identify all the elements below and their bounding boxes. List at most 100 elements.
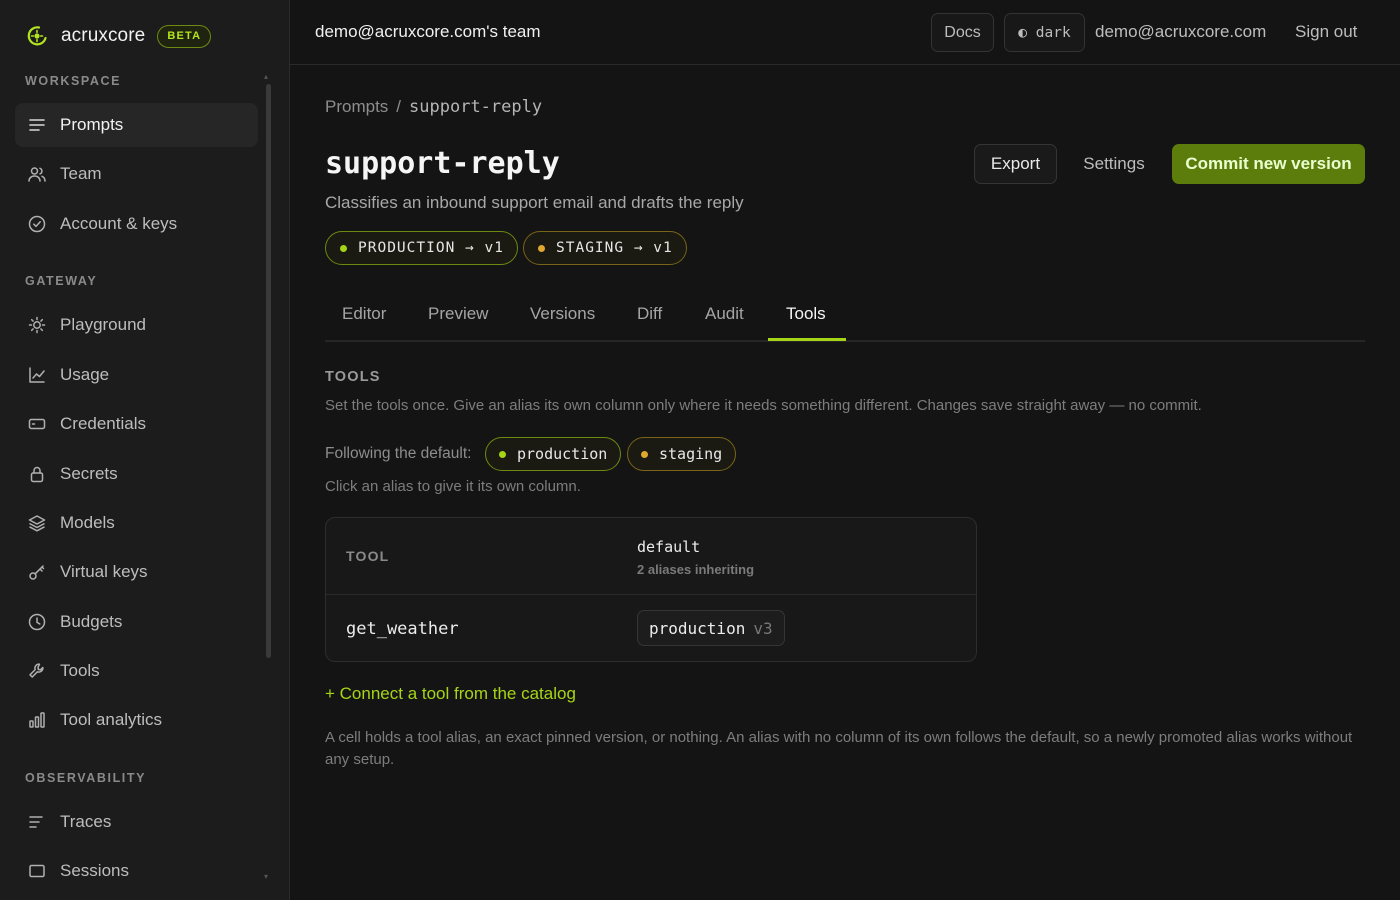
sidebar-item-tool-analytics[interactable]: Tool analytics [15,698,258,742]
sidebar-item-label: Prompts [60,115,124,134]
env-pill-label: PRODUCTION → v1 [358,240,504,256]
user-email[interactable]: demo@acruxcore.com [1095,22,1266,42]
env-pill-label: STAGING → v1 [556,240,673,256]
sidebar-item-label: Account & keys [60,214,178,233]
beta-badge: BETA [157,24,212,48]
status-dot-icon [641,450,648,458]
sidebar-item-virtual-keys[interactable]: Virtual keys [15,550,258,594]
export-button[interactable]: Export [974,144,1057,184]
section-workspace: WORKSPACE [25,74,122,88]
sun-icon [27,315,47,335]
sidebar-item-label: Playground [60,315,147,334]
brand[interactable]: acruxcore BETA [25,22,212,50]
sidebar-item-label: Tools [60,661,100,680]
sidebar-item-credentials[interactable]: Credentials [15,402,258,446]
sidebar-item-traces[interactable]: Traces [15,800,258,844]
sidebar-item-budgets[interactable]: Budgets [15,600,258,644]
breadcrumb-separator: / [396,97,402,116]
commit-new-version-button[interactable]: Commit new version [1172,144,1365,184]
sidebar-item-sessions[interactable]: Sessions [15,849,258,893]
lines-icon [27,115,47,135]
topbar: demo@acruxcore.com's team Docs ◐ dark de… [290,0,1400,65]
alias-staging-pill[interactable]: staging [627,437,737,471]
tools-description: Set the tools once. Give an alias its ow… [325,397,1202,414]
sidebar-item-label: Budgets [60,612,123,631]
sidebar-item-label: Usage [60,365,110,384]
status-dot-icon [340,244,347,252]
sidebar-item-account-keys[interactable]: Account & keys [15,202,258,246]
sidebar-item-usage[interactable]: Usage [15,353,258,397]
key-icon [27,562,47,582]
breadcrumb-current: support-reply [409,97,543,117]
lock-icon [27,464,47,484]
alias-label: staging [659,445,723,463]
tool-version-cell[interactable]: production v3 [637,610,785,646]
tab-editor[interactable]: Editor [342,304,386,324]
table-header: TOOL default 2 aliases inheriting [326,518,976,595]
settings-button[interactable]: Settings [1072,144,1156,184]
sidebar-item-label: Team [60,164,102,183]
column-header-default: default [637,538,701,556]
tools-footnote: A cell holds a tool alias, an exact pinn… [325,729,1353,768]
cell-version: v3 [753,618,773,638]
sidebar-item-secrets[interactable]: Secrets [15,452,258,496]
theme-toggle-button[interactable]: ◐ dark [1004,13,1085,52]
sidebar-scrollbar[interactable] [266,84,271,658]
status-dot-icon [499,450,506,458]
clock-icon [27,612,47,632]
wrench-icon [27,661,47,681]
brand-name: acruxcore [61,25,146,46]
users-icon [27,164,47,184]
breadcrumb: Prompts / support-reply [325,97,542,117]
sidebar-item-label: Credentials [60,414,146,433]
window-icon [27,861,47,881]
section-gateway: GATEWAY [25,274,98,288]
staging-env-pill[interactable]: STAGING → v1 [523,231,687,265]
tab-versions[interactable]: Versions [530,304,595,324]
sidebar-item-label: Models [60,513,115,532]
sidebar-item-label: Tool analytics [60,710,163,729]
production-env-pill[interactable]: PRODUCTION → v1 [325,231,518,265]
sidebar-item-label: Secrets [60,464,118,483]
team-name[interactable]: demo@acruxcore.com's team [315,22,541,42]
tab-audit[interactable]: Audit [705,304,744,324]
line-chart-icon [27,365,47,385]
sidebar-item-label: Sessions [60,861,129,880]
tools-heading: TOOLS [325,369,381,385]
tools-table: TOOL default 2 aliases inheriting get_we… [325,517,977,662]
click-alias-hint: Click an alias to give it its own column… [325,478,581,495]
sidebar-item-prompts[interactable]: Prompts [15,103,258,147]
sidebar-item-playground[interactable]: Playground [15,303,258,347]
status-dot-icon [538,244,545,252]
page-subtitle: Classifies an inbound support email and … [325,193,744,212]
sidebar-item-models[interactable]: Models [15,501,258,545]
sidebar-item-label: Virtual keys [60,562,148,581]
card-icon [27,414,47,434]
sidebar: acruxcore BETA WORKSPACE Prompts Team Ac… [0,0,290,900]
connect-tool-link[interactable]: + Connect a tool from the catalog [325,684,576,704]
bar-chart-icon [27,710,47,730]
active-tab-indicator [768,338,846,341]
acruxcore-logo-icon [25,24,49,48]
sidebar-item-tools[interactable]: Tools [15,649,258,693]
check-circle-icon [27,214,47,234]
sign-out-link[interactable]: Sign out [1295,22,1357,42]
sidebar-item-team[interactable]: Team [15,152,258,196]
sidebar-item-label: Traces [60,812,112,831]
tab-diff[interactable]: Diff [637,304,662,324]
alias-label: production [517,445,608,463]
traces-icon [27,812,47,832]
tab-bar: Editor Preview Versions Diff Audit Tools [325,292,1365,342]
breadcrumb-prompts-link[interactable]: Prompts [325,97,388,117]
alias-production-pill[interactable]: production [485,437,622,471]
section-observability: OBSERVABILITY [25,771,147,785]
tab-preview[interactable]: Preview [428,304,488,324]
cell-alias: production [649,618,746,638]
scroll-down-arrow-icon[interactable]: ▾ [264,872,268,881]
tab-tools[interactable]: Tools [786,304,826,324]
tool-name: get_weather [346,619,459,639]
column-header-tool: TOOL [346,548,390,564]
following-default-label: Following the default: [325,445,472,462]
docs-button[interactable]: Docs [931,13,994,52]
scroll-up-arrow-icon[interactable]: ▴ [264,72,268,81]
